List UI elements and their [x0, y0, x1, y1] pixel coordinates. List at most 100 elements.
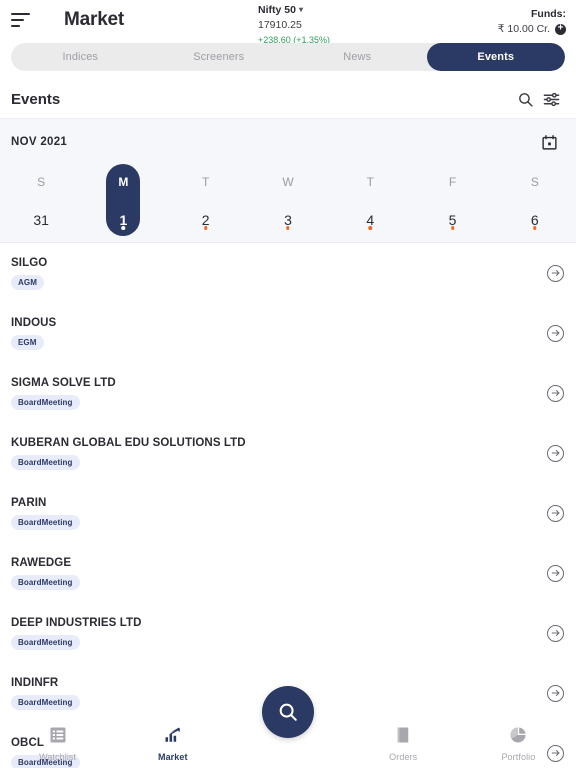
page-title: Market — [64, 9, 125, 30]
calendar-day-31[interactable]: S 31 — [0, 164, 82, 236]
calendar-day-4[interactable]: T 4 — [329, 164, 411, 236]
day-dow: T — [202, 175, 210, 189]
event-company-name: SILGO — [11, 256, 48, 269]
table-row[interactable]: DEEP INDUSTRIES LTD BoardMeeting — [0, 603, 576, 663]
arrow-right-circle-icon[interactable] — [547, 504, 564, 522]
table-row[interactable]: SIGMA SOLVE LTD BoardMeeting — [0, 363, 576, 423]
day-dow: M — [118, 175, 129, 189]
event-company-name: DEEP INDUSTRIES LTD — [11, 616, 142, 629]
calendar-icon[interactable] — [536, 129, 562, 155]
bottom-navigation: Watchlist Market Orders Portfolio — [0, 720, 576, 768]
nav-label-watchlist: Watchlist — [39, 752, 77, 762]
tab-screeners[interactable]: Screeners — [150, 43, 289, 71]
arrow-right-circle-icon[interactable] — [547, 444, 564, 462]
tab-indices[interactable]: Indices — [11, 43, 150, 71]
table-row[interactable]: SILGO AGM — [0, 243, 576, 303]
funds-summary: Funds: ₹ 10.00 Cr. + — [498, 8, 566, 35]
nav-item-portfolio[interactable]: Portfolio — [461, 726, 576, 762]
day-dow: W — [282, 175, 294, 189]
funds-value-row: ₹ 10.00 Cr. + — [498, 23, 566, 35]
status-badge: BoardMeeting — [11, 514, 80, 530]
calendar-strip: NOV 2021 S 31 M 1 T 2 W 3 T 4 F 5 S 6 — [0, 119, 576, 243]
calendar-month-label: NOV 2021 — [11, 136, 68, 148]
plus-circle-icon[interactable]: + — [555, 23, 566, 35]
nav-item-watchlist[interactable]: Watchlist — [0, 726, 115, 762]
index-value: 17910.25 — [258, 19, 302, 32]
tune-filter-icon[interactable] — [538, 86, 564, 112]
bar-chart-arrow-icon — [164, 726, 182, 749]
arrow-right-circle-icon[interactable] — [547, 684, 564, 702]
calendar-top-row: NOV 2021 — [0, 129, 576, 155]
row-content: RAWEDGE BoardMeeting — [11, 557, 547, 590]
event-company-name: KUBERAN GLOBAL EDU SOLUTIONS LTD — [11, 436, 246, 449]
calendar-day-2[interactable]: T 2 — [165, 164, 247, 236]
index-summary[interactable]: Nifty 50 ▾ 17910.25 +238.60 (+1.35%) — [258, 4, 330, 46]
arrow-right-circle-icon[interactable] — [547, 324, 564, 342]
tab-events[interactable]: Events — [426, 43, 565, 71]
arrow-right-circle-icon[interactable] — [547, 264, 564, 282]
status-badge: BoardMeeting — [11, 394, 80, 410]
hamburger-menu-icon[interactable] — [11, 13, 30, 27]
list-grid-icon — [49, 726, 67, 749]
table-row[interactable]: INDOUS EGM — [0, 303, 576, 363]
row-content: DEEP INDUSTRIES LTD BoardMeeting — [11, 617, 547, 650]
nav-label-market: Market — [157, 752, 188, 762]
status-badge: BoardMeeting — [11, 574, 80, 590]
nav-item-orders[interactable]: Orders — [346, 726, 461, 762]
top-header: Market Nifty 50 ▾ 17910.25 +238.60 (+1.3… — [0, 0, 576, 45]
day-event-dot — [203, 226, 208, 230]
calendar-days-row: S 31 M 1 T 2 W 3 T 4 F 5 S 6 — [0, 164, 576, 236]
row-content: INDOUS EGM — [11, 317, 547, 350]
status-badge: BoardMeeting — [11, 454, 80, 470]
day-event-dot — [450, 226, 455, 230]
arrow-right-circle-icon[interactable] — [547, 384, 564, 402]
funds-label: Funds: — [531, 8, 566, 20]
menu-line-3 — [11, 25, 20, 27]
nav-item-market[interactable]: Market — [115, 726, 230, 762]
tab-news[interactable]: News — [288, 43, 427, 71]
calendar-day-5[interactable]: F 5 — [411, 164, 493, 236]
row-content: SILGO AGM — [11, 257, 547, 290]
index-name-row[interactable]: Nifty 50 ▾ — [258, 4, 330, 17]
search-icon[interactable] — [512, 86, 538, 112]
nav-label-portfolio: Portfolio — [501, 752, 536, 762]
menu-line-2 — [11, 19, 24, 21]
menu-line-1 — [11, 13, 30, 15]
table-row[interactable]: RAWEDGE BoardMeeting — [0, 543, 576, 603]
book-icon — [394, 726, 412, 749]
status-badge: EGM — [11, 334, 44, 350]
table-row[interactable]: KUBERAN GLOBAL EDU SOLUTIONS LTD BoardMe… — [0, 423, 576, 483]
events-section-header: Events — [0, 80, 576, 119]
arrow-right-circle-icon[interactable] — [547, 624, 564, 642]
app-root: Market Nifty 50 ▾ 17910.25 +238.60 (+1.3… — [0, 0, 576, 768]
event-company-name: SIGMA SOLVE LTD — [11, 376, 116, 389]
index-name: Nifty 50 — [258, 4, 296, 16]
day-event-dot — [533, 226, 537, 230]
row-content: SIGMA SOLVE LTD BoardMeeting — [11, 377, 547, 410]
day-event-dot — [368, 226, 373, 230]
tabbar-wrapper: Indices Screeners News Events — [0, 42, 576, 80]
arrow-right-circle-icon[interactable] — [547, 564, 564, 582]
events-section-title: Events — [11, 90, 61, 108]
calendar-day-1[interactable]: M 1 — [82, 164, 164, 236]
chevron-down-icon[interactable]: ▾ — [299, 5, 303, 15]
pie-chart-icon — [509, 726, 527, 749]
row-content: PARIN BoardMeeting — [11, 497, 547, 530]
tabbar: Indices Screeners News Events — [11, 43, 565, 71]
calendar-day-6[interactable]: S 6 — [494, 164, 576, 236]
day-dow: T — [366, 175, 374, 189]
table-row[interactable]: PARIN BoardMeeting — [0, 483, 576, 543]
day-dow: S — [530, 175, 539, 189]
day-dow: F — [448, 175, 457, 189]
status-badge: BoardMeeting — [11, 634, 80, 650]
nav-label-orders: Orders — [389, 752, 418, 762]
status-badge: AGM — [11, 274, 44, 290]
day-number: 31 — [33, 212, 49, 228]
status-badge: BoardMeeting — [11, 694, 80, 710]
event-company-name: PARIN — [11, 496, 47, 509]
day-dow: S — [37, 175, 46, 189]
day-event-dot — [286, 226, 290, 230]
calendar-day-3[interactable]: W 3 — [247, 164, 329, 236]
day-event-dot — [121, 226, 126, 230]
row-content: KUBERAN GLOBAL EDU SOLUTIONS LTD BoardMe… — [11, 437, 547, 470]
